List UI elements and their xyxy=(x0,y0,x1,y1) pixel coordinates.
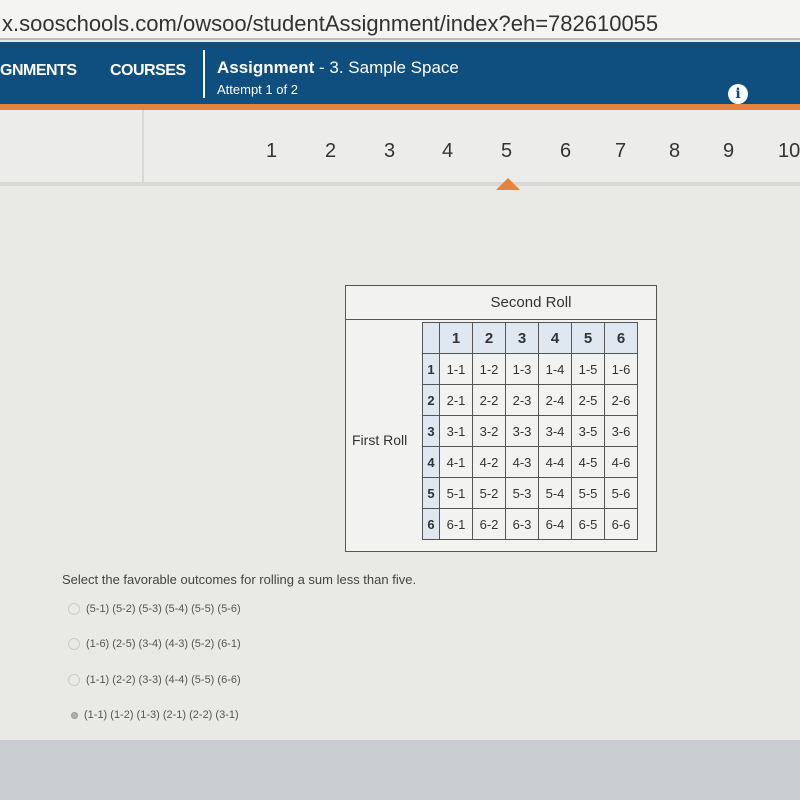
radio-button[interactable] xyxy=(71,711,78,719)
answer-option[interactable]: (1-1) (2-2) (3-3) (4-4) (5-5) (6-6) xyxy=(68,674,241,687)
outcome-cell: 2-5 xyxy=(571,384,605,416)
radio-button[interactable] xyxy=(68,674,80,687)
outcome-cell: 3-3 xyxy=(505,415,539,447)
nav-courses[interactable]: COURSES xyxy=(110,62,186,80)
info-icon[interactable]: i xyxy=(728,84,748,104)
outcome-cell: 4-6 xyxy=(604,446,638,478)
outcome-cell: 4-1 xyxy=(439,446,473,478)
radio-button[interactable] xyxy=(68,603,80,616)
column-header: 3 xyxy=(505,322,539,354)
outcome-cell: 6-1 xyxy=(439,508,473,540)
column-header: 4 xyxy=(538,322,572,354)
outcome-cell: 1-1 xyxy=(439,353,473,385)
column-header: 6 xyxy=(604,322,638,354)
second-roll-label: Second Roll xyxy=(490,294,572,311)
table-row: 6 6-1 6-2 6-3 6-4 6-5 6-6 xyxy=(422,508,638,540)
row-header: 1 xyxy=(422,353,440,385)
table-row: 1 1-1 1-2 1-3 1-4 1-5 1-6 xyxy=(422,353,638,385)
question-number-8[interactable]: 8 xyxy=(669,140,680,163)
outcome-cell: 3-1 xyxy=(439,415,473,447)
left-panel xyxy=(0,110,144,182)
outcome-cell: 1-2 xyxy=(472,353,506,385)
first-roll-label: First Roll xyxy=(352,432,408,448)
question-number-9[interactable]: 9 xyxy=(723,140,734,163)
question-number-6[interactable]: 6 xyxy=(560,140,571,163)
row-header: 4 xyxy=(422,446,440,478)
outcome-cell: 2-1 xyxy=(439,384,473,416)
question-number-7[interactable]: 7 xyxy=(615,140,626,163)
outcome-cell: 1-3 xyxy=(505,353,539,385)
column-header: 1 xyxy=(439,322,473,354)
assignment-title: Assignment - 3. Sample Space xyxy=(217,58,459,78)
assignment-name: - 3. Sample Space xyxy=(314,58,459,77)
option-label: (1-1) (1-2) (1-3) (2-1) (2-2) (3-1) xyxy=(84,709,239,721)
outcome-cell: 6-2 xyxy=(472,508,506,540)
question-number-1[interactable]: 1 xyxy=(266,140,277,163)
question-number-5[interactable]: 5 xyxy=(501,140,512,163)
outcome-cell: 5-2 xyxy=(472,477,506,509)
outcome-cell: 3-5 xyxy=(571,415,605,447)
outcome-cell: 4-5 xyxy=(571,446,605,478)
option-label: (5-1) (5-2) (5-3) (5-4) (5-5) (5-6) xyxy=(86,603,241,615)
app-header: GNMENTS COURSES Assignment - 3. Sample S… xyxy=(0,42,800,110)
outcome-cell: 2-6 xyxy=(604,384,638,416)
question-prompt: Select the favorable outcomes for rollin… xyxy=(62,572,417,587)
option-label: (1-1) (2-2) (3-3) (4-4) (5-5) (6-6) xyxy=(86,674,241,686)
outcome-cell: 3-2 xyxy=(472,415,506,447)
outcome-cell: 1-6 xyxy=(604,353,638,385)
outcome-grid: 1 2 3 4 5 6 1 1-1 1-2 1-3 1-4 1-5 1-6 2 2-1 2-2 2-3 2-4 2-… xyxy=(422,322,638,540)
outcome-cell: 2-2 xyxy=(472,384,506,416)
answer-option[interactable]: (1-1) (1-2) (1-3) (2-1) (2-2) (3-1) xyxy=(68,709,239,721)
sample-space-table: Second Roll First Roll 1 2 3 4 5 6 1 1-1 1-2 1-3 1… xyxy=(345,285,657,552)
outcome-cell: 1-5 xyxy=(571,353,605,385)
outcome-cell: 4-2 xyxy=(472,446,506,478)
corner-cell xyxy=(422,322,440,354)
outcome-cell: 5-3 xyxy=(505,477,539,509)
outcome-cell: 4-3 xyxy=(505,446,539,478)
question-number-4[interactable]: 4 xyxy=(442,140,453,163)
row-header: 5 xyxy=(422,477,440,509)
row-header: 2 xyxy=(422,384,440,416)
table-row: 5 5-1 5-2 5-3 5-4 5-5 5-6 xyxy=(422,477,638,509)
outcome-cell: 5-6 xyxy=(604,477,638,509)
answer-option[interactable]: (5-1) (5-2) (5-3) (5-4) (5-5) (5-6) xyxy=(68,603,241,616)
header-row: 123456 xyxy=(422,322,638,354)
question-number-3[interactable]: 3 xyxy=(384,140,395,163)
divider xyxy=(346,319,656,320)
row-header: 6 xyxy=(422,508,440,540)
outcome-cell: 3-6 xyxy=(604,415,638,447)
address-bar[interactable]: x.sooschools.com/owsoo/studentAssignment… xyxy=(0,0,800,40)
current-question-marker xyxy=(496,178,520,190)
question-number-2[interactable]: 2 xyxy=(325,140,336,163)
outcome-cell: 6-5 xyxy=(571,508,605,540)
column-header: 2 xyxy=(472,322,506,354)
outcome-cell: 5-1 xyxy=(439,477,473,509)
outcome-cell: 3-4 xyxy=(538,415,572,447)
table-row: 4 4-1 4-2 4-3 4-4 4-5 4-6 xyxy=(422,446,638,478)
divider xyxy=(203,50,205,98)
question-number-10[interactable]: 10 xyxy=(778,140,800,163)
outcome-cell: 5-5 xyxy=(571,477,605,509)
outcome-cell: 1-4 xyxy=(538,353,572,385)
table-row: 2 2-1 2-2 2-3 2-4 2-5 2-6 xyxy=(422,384,638,416)
outcome-cell: 2-3 xyxy=(505,384,539,416)
table-row: 3 3-1 3-2 3-3 3-4 3-5 3-6 xyxy=(422,415,638,447)
assignment-label: Assignment xyxy=(217,58,315,77)
outcome-cell: 5-4 xyxy=(538,477,572,509)
attempt-count: Attempt 1 of 2 xyxy=(217,82,298,97)
nav-assignments[interactable]: GNMENTS xyxy=(0,62,77,80)
outcome-cell: 6-3 xyxy=(505,508,539,540)
row-header: 3 xyxy=(422,415,440,447)
taskbar xyxy=(0,740,800,800)
answer-option[interactable]: (1-6) (2-5) (3-4) (4-3) (5-2) (6-1) xyxy=(68,638,241,651)
question-navigator: 1 2 3 4 5 6 7 8 9 10 xyxy=(0,110,800,186)
outcome-cell: 4-4 xyxy=(538,446,572,478)
radio-button[interactable] xyxy=(68,638,80,651)
outcome-cell: 6-4 xyxy=(538,508,572,540)
option-label: (1-6) (2-5) (3-4) (4-3) (5-2) (6-1) xyxy=(86,638,241,650)
column-header: 5 xyxy=(571,322,605,354)
outcome-cell: 6-6 xyxy=(604,508,638,540)
outcome-cell: 2-4 xyxy=(538,384,572,416)
